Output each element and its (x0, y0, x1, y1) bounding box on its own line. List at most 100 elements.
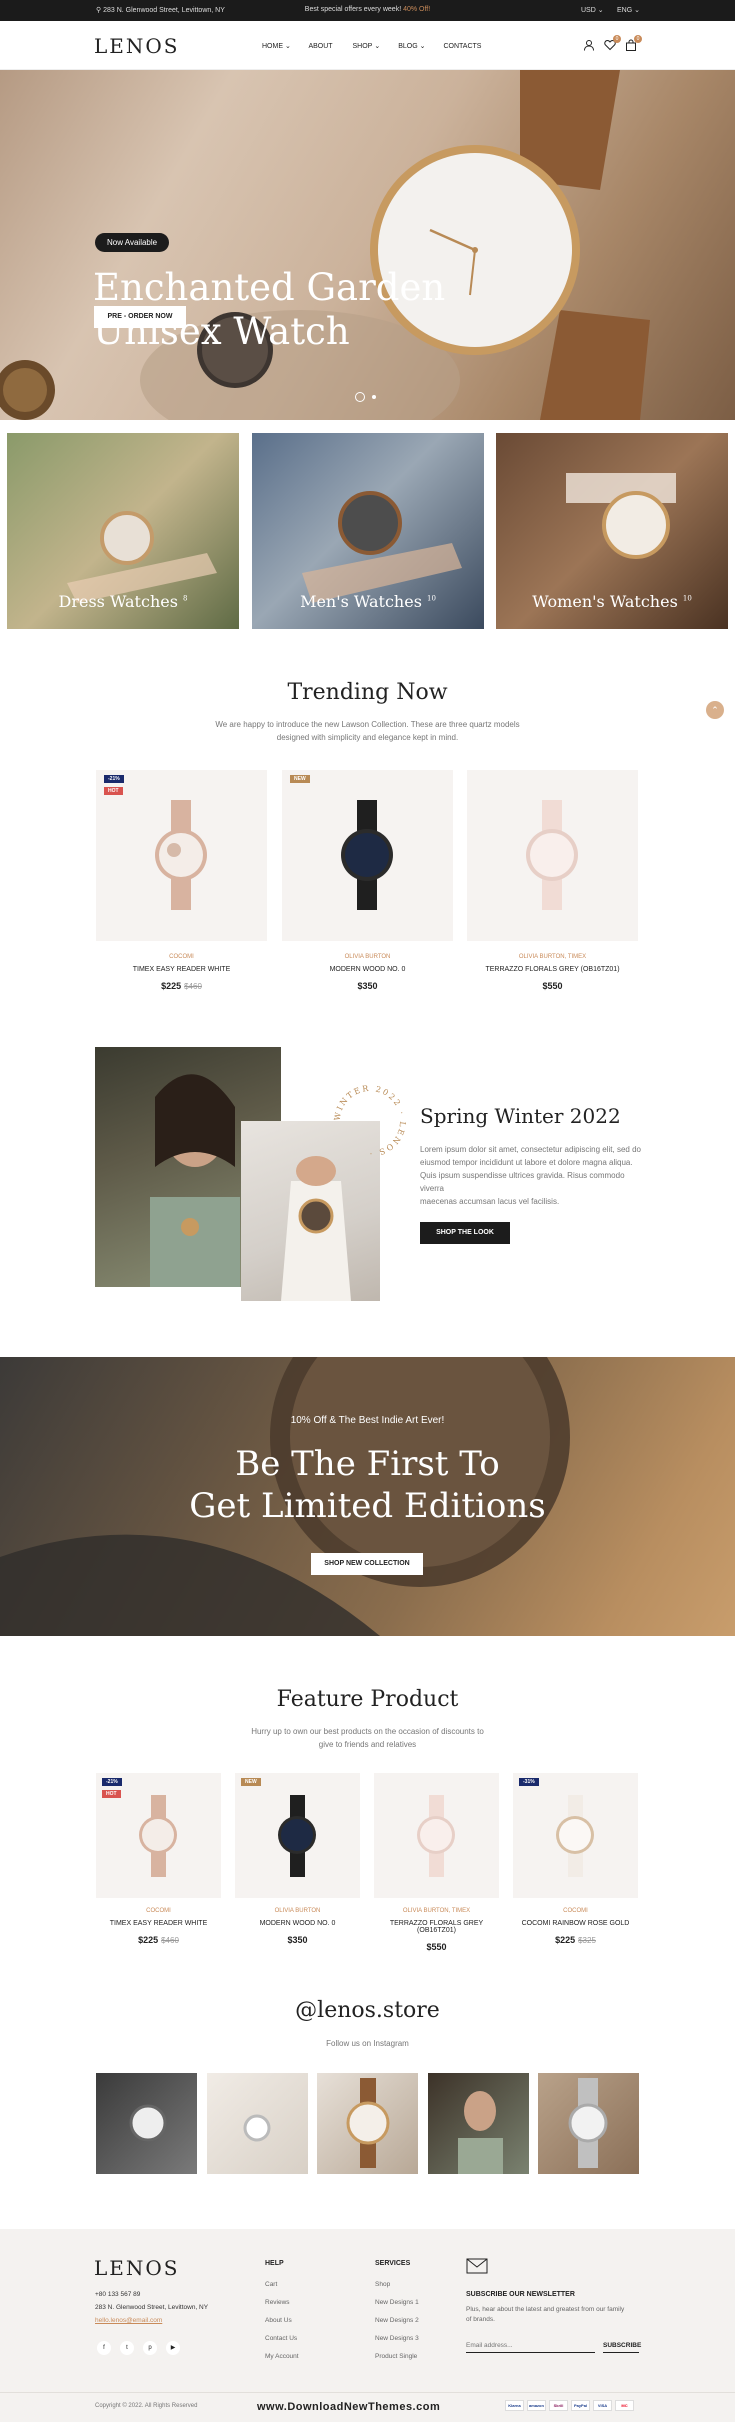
footer-link-contact[interactable]: Contact Us (265, 2335, 297, 2342)
product-name[interactable]: TIMEX EASY READER WHITE (96, 1920, 221, 1927)
chevron-down-icon: ⌄ (374, 43, 381, 50)
visa-icon: VISA (593, 2400, 612, 2411)
category-label: Dress Watches 8 (58, 592, 188, 611)
product-image (556, 1795, 594, 1877)
product-card[interactable]: -21% HOT (96, 770, 267, 941)
feature-subtitle: Hurry up to own our best products on the… (251, 1727, 484, 1749)
product-price: $550 (542, 981, 563, 991)
footer-link-about[interactable]: About Us (265, 2317, 292, 2324)
product-info: COCOMI TIMEX EASY READER WHITE $225 $460 (96, 1908, 221, 1945)
services-title: SERVICES (375, 2260, 411, 2267)
nav-about[interactable]: ABOUT (308, 43, 332, 50)
chevron-down-icon: ⌄ (597, 7, 604, 14)
pre-order-button[interactable]: PRE - ORDER NOW (94, 306, 186, 328)
youtube-icon[interactable]: ▶ (166, 2341, 180, 2355)
banner-kicker: 10% Off & The Best Indie Art Ever! (290, 1415, 445, 1426)
user-icon[interactable] (582, 39, 596, 53)
cart-icon[interactable]: 0 (624, 35, 642, 53)
product-card[interactable]: NEW (282, 770, 453, 941)
shop-the-look-button[interactable]: SHOP THE LOOK (420, 1222, 510, 1244)
nav-shop[interactable]: SHOP (353, 43, 373, 50)
site-logo[interactable]: LENOS (94, 34, 179, 58)
instagram-photo[interactable] (207, 2073, 308, 2174)
category-mens-watches[interactable]: Men's Watches 10 (252, 433, 484, 629)
newsletter-title: SUBSCRIBE OUR NEWSLETTER (466, 2291, 575, 2298)
product-image (526, 800, 578, 910)
footer-link-designs-3[interactable]: New Designs 3 (375, 2335, 419, 2342)
product-name[interactable]: COCOMI RAINBOW ROSE GOLD (513, 1920, 638, 1927)
instagram-handle[interactable]: @lenos.store (0, 1998, 735, 2023)
product-info: OLIVIA BURTON MODERN WOOD NO. 0 $350 (282, 954, 453, 991)
product-price: $550 (426, 1942, 447, 1952)
product-image (417, 1795, 455, 1877)
language-selector[interactable]: ENG ⌄ (617, 6, 640, 14)
nav-blog[interactable]: BLOG (398, 43, 417, 50)
product-card[interactable]: NEW (235, 1773, 360, 1898)
footer-link-product-single[interactable]: Product Single (375, 2353, 417, 2360)
footer-divider (0, 2392, 735, 2393)
product-info: OLIVIA BURTON, TIMEX TERRAZZO FLORALS GR… (374, 1908, 499, 1952)
product-name[interactable]: MODERN WOOD NO. 0 (235, 1920, 360, 1927)
now-available-badge: Now Available (95, 233, 170, 252)
instagram-photo[interactable] (538, 2073, 639, 2174)
mail-icon (466, 2258, 488, 2279)
category-label: Men's Watches 10 (300, 592, 436, 611)
twitter-icon[interactable]: t (120, 2341, 134, 2355)
instagram-photo[interactable] (428, 2073, 529, 2174)
footer-link-designs-2[interactable]: New Designs 2 (375, 2317, 419, 2324)
product-image (155, 800, 207, 910)
mastercard-icon: MC (615, 2400, 634, 2411)
chevron-down-icon: ⌄ (634, 7, 640, 14)
footer-link-shop[interactable]: Shop (375, 2281, 390, 2288)
product-image (278, 1795, 316, 1877)
instagram-photo[interactable] (96, 2073, 197, 2174)
slider-dot-2[interactable] (372, 395, 376, 399)
pinterest-icon[interactable]: p (143, 2341, 157, 2355)
watermark: www.DownloadNewThemes.com (257, 2401, 441, 2413)
product-card[interactable] (467, 770, 638, 941)
product-card[interactable]: -21% HOT (96, 1773, 221, 1898)
slider-dot-1[interactable] (355, 392, 365, 402)
product-price: $225 $460 (138, 1935, 179, 1945)
product-name[interactable]: TERRAZZO FLORALS GREY (OB16TZ01) (374, 1920, 499, 1934)
nav-home[interactable]: HOME (262, 43, 283, 50)
product-name[interactable]: MODERN WOOD NO. 0 (282, 966, 453, 973)
product-name[interactable]: TERRAZZO FLORALS GREY (OB16TZ01) (467, 966, 638, 973)
nav-contacts[interactable]: CONTACTS (443, 43, 481, 50)
footer-link-account[interactable]: My Account (265, 2353, 299, 2360)
skrill-icon: Skrill (549, 2400, 568, 2411)
spring-title: Spring Winter 2022 (420, 1104, 621, 1128)
product-name[interactable]: TIMEX EASY READER WHITE (96, 966, 267, 973)
footer-link-reviews[interactable]: Reviews (265, 2299, 290, 2306)
product-price: $225 $460 (161, 981, 202, 991)
footer-link-designs-1[interactable]: New Designs 1 (375, 2299, 419, 2306)
instagram-subtitle: Follow us on Instagram (326, 2039, 409, 2048)
amazon-icon: amazon (527, 2400, 546, 2411)
product-info: COCOMI COCOMI RAINBOW ROSE GOLD $225 $325 (513, 1908, 638, 1945)
paypal-icon: PayPal (571, 2400, 590, 2411)
svg-text:WINTER 2022 · LENOS ·: WINTER 2022 · LENOS · (333, 1084, 408, 1158)
instagram-photo[interactable] (317, 2073, 418, 2174)
footer-email[interactable]: hello.lenos@email.com (95, 2317, 162, 2324)
category-dress-watches[interactable]: Dress Watches 8 (7, 433, 239, 629)
product-info: OLIVIA BURTON, TIMEX TERRAZZO FLORALS GR… (467, 954, 638, 991)
shop-new-collection-button[interactable]: SHOP NEW COLLECTION (311, 1553, 423, 1575)
subscribe-button[interactable]: SUBSCRIBE (603, 2339, 641, 2353)
product-card[interactable] (374, 1773, 499, 1898)
product-card[interactable]: -31% (513, 1773, 638, 1898)
product-image (341, 800, 393, 910)
heart-icon[interactable]: 0 (603, 35, 621, 53)
currency-selector[interactable]: USD ⌄ (581, 6, 604, 14)
cart-count-badge: 0 (634, 35, 642, 43)
footer-link-cart[interactable]: Cart (265, 2281, 277, 2288)
trending-title: Trending Now (287, 680, 448, 705)
site-footer: LENOS +80 133 567 89 283 N. Glenwood Str… (0, 2229, 735, 2422)
product-price: $350 (287, 1935, 308, 1945)
category-label: Women's Watches 10 (532, 592, 692, 611)
help-title: HELP (265, 2260, 284, 2267)
footer-logo[interactable]: LENOS (94, 2256, 179, 2280)
facebook-icon[interactable]: f (97, 2341, 111, 2355)
newsletter-email-input[interactable] (466, 2339, 595, 2353)
category-womens-watches[interactable]: Women's Watches 10 (496, 433, 728, 629)
product-image (139, 1795, 177, 1877)
